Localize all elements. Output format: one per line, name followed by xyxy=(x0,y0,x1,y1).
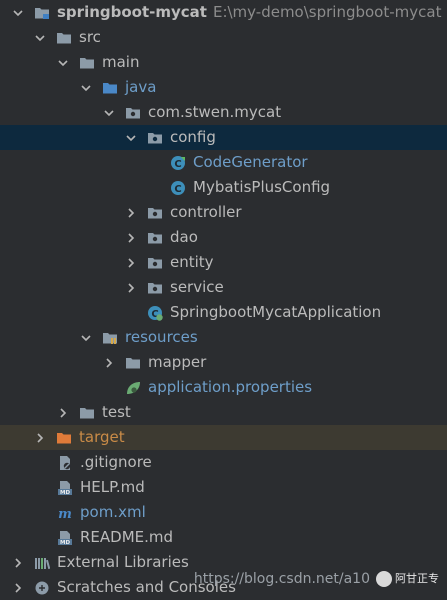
chevron-down-icon[interactable] xyxy=(57,57,69,69)
tree-item-test[interactable]: test xyxy=(0,400,447,425)
chevron-right-icon[interactable] xyxy=(12,582,24,594)
package-icon xyxy=(125,105,141,121)
tree-item-src[interactable]: src xyxy=(0,25,447,50)
excluded-folder-icon xyxy=(56,430,72,446)
tree-item-label: controller xyxy=(170,203,242,221)
package-icon xyxy=(147,230,163,246)
chevron-down-icon[interactable] xyxy=(80,82,92,94)
tree-item-app-properties[interactable]: application.properties xyxy=(0,375,447,400)
svg-text:m: m xyxy=(58,507,72,521)
tree-item-label: target xyxy=(79,428,125,446)
chevron-right-icon[interactable] xyxy=(125,257,137,269)
watermark-badge: 阿甘正专 xyxy=(376,568,439,590)
chevron-down-icon[interactable] xyxy=(103,107,115,119)
tree-item-label: .gitignore xyxy=(80,453,152,471)
chevron-down-icon[interactable] xyxy=(80,332,92,344)
source-folder-icon xyxy=(102,80,118,96)
tree-item-project[interactable]: springboot-mycat E:\my-demo\springboot-m… xyxy=(0,0,447,25)
tree-item-label: src xyxy=(79,28,101,46)
package-icon xyxy=(147,255,163,271)
tree-item-label: java xyxy=(125,78,157,96)
package-icon xyxy=(147,280,163,296)
tree-item-code-generator[interactable]: C CodeGenerator xyxy=(0,150,447,175)
tree-item-label: main xyxy=(102,53,140,71)
tree-item-readme[interactable]: MD README.md xyxy=(0,525,447,550)
tree-item-label: resources xyxy=(125,328,198,346)
tree-item-label: SpringbootMycatApplication xyxy=(170,303,382,321)
tree-item-label: dao xyxy=(170,228,198,246)
tree-item-label: pom.xml xyxy=(80,503,146,521)
watermark-url: https://blog.csdn.net/a10 xyxy=(193,571,370,587)
tree-item-label: External Libraries xyxy=(57,553,189,571)
class-icon: C xyxy=(170,180,186,196)
tree-item-label: README.md xyxy=(80,528,174,546)
tree-item-label: CodeGenerator xyxy=(193,153,308,171)
resources-folder-icon xyxy=(102,330,118,346)
spring-leaf-icon xyxy=(125,380,141,396)
chevron-right-icon[interactable] xyxy=(125,232,137,244)
chevron-down-icon[interactable] xyxy=(12,7,24,19)
watermark: https://blog.csdn.net/a10 阿甘正专 xyxy=(194,568,439,590)
tree-item-mybatis-plus-config[interactable]: C MybatisPlusConfig xyxy=(0,175,447,200)
tree-item-resources[interactable]: resources xyxy=(0,325,447,350)
tree-item-package[interactable]: com.stwen.mycat xyxy=(0,100,447,125)
tree-item-pom[interactable]: m pom.xml xyxy=(0,500,447,525)
tree-item-main[interactable]: main xyxy=(0,50,447,75)
tree-item-dao[interactable]: dao xyxy=(0,225,447,250)
maven-icon: m xyxy=(57,505,73,521)
chevron-right-icon[interactable] xyxy=(125,282,137,294)
folder-icon xyxy=(125,355,141,371)
chevron-right-icon[interactable] xyxy=(103,357,115,369)
tree-item-help-md[interactable]: MD HELP.md xyxy=(0,475,447,500)
tree-item-label: test xyxy=(102,403,131,421)
chevron-right-icon[interactable] xyxy=(57,407,69,419)
tree-item-config[interactable]: config xyxy=(0,125,447,150)
svg-text:C: C xyxy=(174,184,181,195)
package-icon xyxy=(147,205,163,221)
tree-item-controller[interactable]: controller xyxy=(0,200,447,225)
project-name: springboot-mycat xyxy=(57,3,207,21)
folder-icon xyxy=(79,405,95,421)
svg-text:MD: MD xyxy=(60,540,70,546)
tree-item-label: application.properties xyxy=(148,378,313,396)
tree-item-label: HELP.md xyxy=(80,478,145,496)
tree-item-label: service xyxy=(170,278,224,296)
folder-icon xyxy=(56,30,72,46)
project-tree: springboot-mycat E:\my-demo\springboot-m… xyxy=(0,0,447,600)
class-icon: C xyxy=(170,155,186,171)
chevron-down-icon[interactable] xyxy=(125,132,137,144)
tree-item-java[interactable]: java xyxy=(0,75,447,100)
tree-item-label: config xyxy=(170,128,216,146)
ignore-file-icon xyxy=(57,455,73,471)
scratches-icon xyxy=(34,580,50,596)
chevron-right-icon[interactable] xyxy=(34,432,46,444)
folder-icon xyxy=(79,55,95,71)
tree-item-service[interactable]: service xyxy=(0,275,447,300)
chevron-right-icon[interactable] xyxy=(12,557,24,569)
tree-item-label: mapper xyxy=(148,353,207,371)
tree-item-gitignore[interactable]: .gitignore xyxy=(0,450,447,475)
chevron-right-icon[interactable] xyxy=(125,207,137,219)
package-icon xyxy=(147,130,163,146)
tree-item-app-class[interactable]: C SpringbootMycatApplication xyxy=(0,300,447,325)
module-folder-icon xyxy=(34,5,50,21)
watermark-badge-text: 阿甘正专 xyxy=(395,572,439,585)
tree-item-label: com.stwen.mycat xyxy=(148,103,282,121)
tree-item-target[interactable]: target xyxy=(0,425,447,450)
markdown-file-icon: MD xyxy=(57,480,73,496)
markdown-file-icon: MD xyxy=(57,530,73,546)
libraries-icon xyxy=(34,555,50,571)
wechat-icon xyxy=(376,571,392,587)
tree-item-label: MybatisPlusConfig xyxy=(193,178,331,196)
chevron-down-icon[interactable] xyxy=(34,32,46,44)
svg-text:C: C xyxy=(174,159,181,170)
tree-item-label: entity xyxy=(170,253,214,271)
tree-item-mapper[interactable]: mapper xyxy=(0,350,447,375)
spring-boot-class-icon: C xyxy=(147,305,163,321)
project-path: E:\my-demo\springboot-mycat xyxy=(212,3,442,21)
tree-item-entity[interactable]: entity xyxy=(0,250,447,275)
svg-text:MD: MD xyxy=(60,490,70,496)
